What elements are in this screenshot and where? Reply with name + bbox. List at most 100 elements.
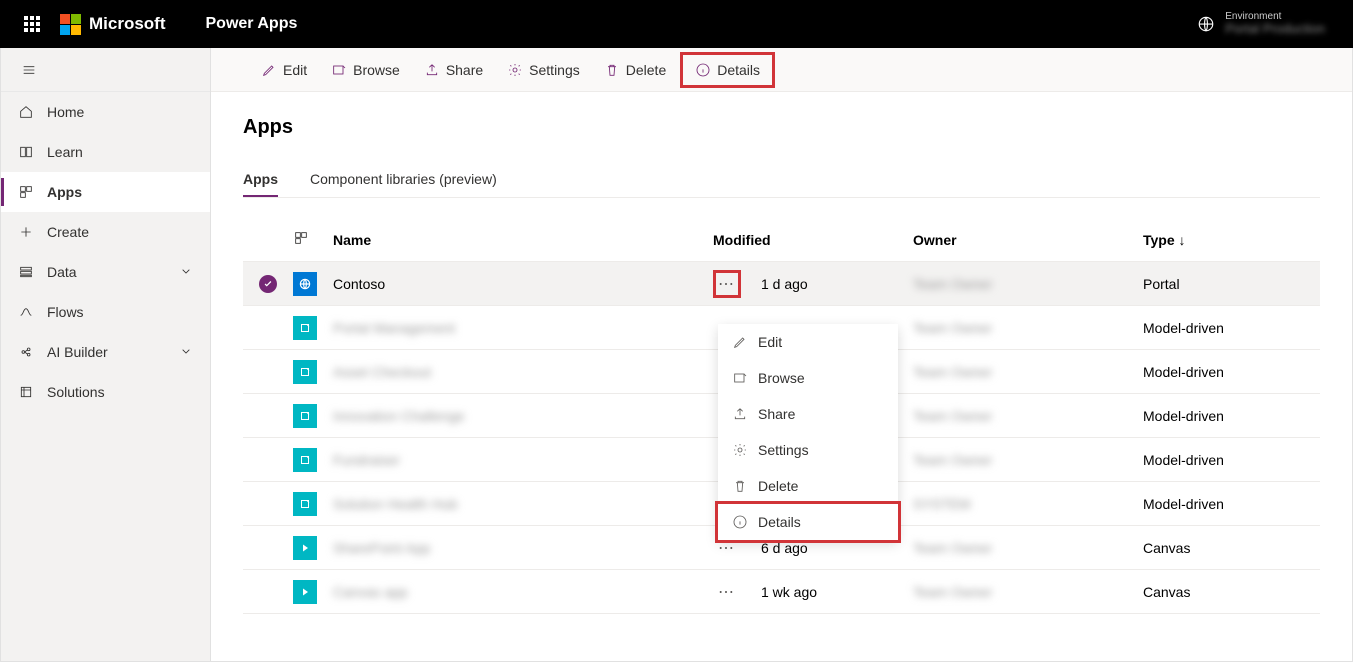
ai-icon: [18, 344, 34, 360]
type-cell: Model-driven: [1143, 364, 1303, 380]
type-cell: Model-driven: [1143, 496, 1303, 512]
ctx-label: Settings: [758, 442, 809, 458]
owner-cell: Team Owner: [913, 452, 1143, 468]
app-type-icon: [293, 580, 317, 604]
microsoft-logo[interactable]: Microsoft: [60, 14, 166, 35]
table-row[interactable]: Canvas app⋯1 wk agoTeam OwnerCanvas: [243, 570, 1320, 614]
col-type-header[interactable]: Type ↓: [1143, 232, 1303, 248]
ctx-details[interactable]: Details: [718, 504, 898, 540]
app-name-cell[interactable]: SharePoint App: [333, 540, 713, 556]
sidebar-item-flows[interactable]: Flows: [1, 292, 210, 332]
app-name-cell[interactable]: Portal Management: [333, 320, 713, 336]
owner-cell: SYSTEM: [913, 496, 1143, 512]
cmd-settings[interactable]: Settings: [497, 56, 590, 84]
sidebar-toggle[interactable]: [1, 48, 210, 92]
ctx-label: Share: [758, 406, 795, 422]
tab-strip: Apps Component libraries (preview): [243, 163, 1320, 198]
ctx-label: Delete: [758, 478, 798, 494]
ctx-label: Edit: [758, 334, 782, 350]
ctx-edit[interactable]: Edit: [718, 324, 898, 360]
command-bar: Edit Browse Share Settings Delete: [211, 48, 1352, 92]
chevron-down-icon: [178, 343, 194, 359]
app-type-icon: [293, 360, 317, 384]
share-icon: [732, 406, 748, 422]
tab-component-libraries[interactable]: Component libraries (preview): [310, 163, 497, 197]
cmd-label: Edit: [283, 62, 307, 78]
browse-icon: [732, 370, 748, 386]
trash-icon: [604, 62, 620, 78]
cmd-label: Browse: [353, 62, 400, 78]
ctx-label: Details: [758, 514, 801, 530]
app-name-cell[interactable]: Innovation Challenge: [333, 408, 713, 424]
ctx-share[interactable]: Share: [718, 396, 898, 432]
home-icon: [18, 104, 34, 120]
gear-icon: [507, 62, 523, 78]
row-context-menu: Edit Browse Share Settings Delete Detail…: [718, 324, 898, 540]
sidebar-item-label: Home: [47, 104, 84, 120]
ctx-settings[interactable]: Settings: [718, 432, 898, 468]
sidebar-item-create[interactable]: Create: [1, 212, 210, 252]
data-icon: [18, 264, 34, 280]
app-name-cell[interactable]: Canvas app: [333, 584, 713, 600]
trash-icon: [732, 478, 748, 494]
info-icon: [732, 514, 748, 530]
col-name-header[interactable]: Name: [333, 232, 713, 248]
type-cell: Canvas: [1143, 584, 1303, 600]
sidebar-item-label: Data: [47, 264, 77, 280]
sidebar-item-ai-builder[interactable]: AI Builder: [1, 332, 210, 372]
app-type-icon: [293, 316, 317, 340]
type-cell: Model-driven: [1143, 452, 1303, 468]
browse-icon: [331, 62, 347, 78]
sidebar-item-apps[interactable]: Apps: [1, 172, 210, 212]
cmd-label: Share: [446, 62, 483, 78]
chevron-down-icon: [178, 263, 194, 279]
pencil-icon: [261, 62, 277, 78]
ctx-delete[interactable]: Delete: [718, 468, 898, 504]
col-modified-header[interactable]: Modified: [713, 232, 913, 248]
product-name[interactable]: Power Apps: [206, 15, 298, 33]
solutions-icon: [18, 384, 34, 400]
type-cell: Model-driven: [1143, 408, 1303, 424]
cmd-edit[interactable]: Edit: [251, 56, 317, 84]
ctx-details-highlight: Details: [715, 501, 901, 543]
table-row[interactable]: Contoso⋯1 d agoTeam OwnerPortal: [243, 262, 1320, 306]
cmd-details[interactable]: Details: [685, 56, 770, 84]
cmd-share[interactable]: Share: [414, 56, 493, 84]
share-icon: [424, 62, 440, 78]
ctx-browse[interactable]: Browse: [718, 360, 898, 396]
environment-name: Portal Production: [1225, 22, 1325, 36]
sidebar-item-data[interactable]: Data: [1, 252, 210, 292]
top-header: Microsoft Power Apps Environment Portal …: [0, 0, 1353, 48]
flow-icon: [18, 304, 34, 320]
cmd-delete[interactable]: Delete: [594, 56, 676, 84]
owner-cell: Team Owner: [913, 276, 1143, 292]
globe-icon: [1197, 15, 1215, 33]
app-type-icon: [293, 536, 317, 560]
tab-apps[interactable]: Apps: [243, 163, 278, 197]
app-launcher-button[interactable]: [8, 0, 56, 48]
owner-cell: Team Owner: [913, 584, 1143, 600]
row-more-button[interactable]: ⋯: [713, 270, 741, 298]
app-name-cell[interactable]: Asset Checkout: [333, 364, 713, 380]
modified-cell: 1 d ago: [761, 276, 808, 292]
row-more-button[interactable]: ⋯: [713, 578, 741, 606]
hamburger-icon: [21, 62, 37, 78]
sidebar-item-solutions[interactable]: Solutions: [1, 372, 210, 412]
app-name-cell[interactable]: Contoso: [333, 276, 713, 292]
app-name-cell[interactable]: Fundraiser: [333, 452, 713, 468]
col-owner-header[interactable]: Owner: [913, 232, 1143, 248]
waffle-icon: [24, 16, 40, 32]
book-icon: [18, 144, 34, 160]
app-type-icon: [293, 492, 317, 516]
environment-picker[interactable]: Environment Portal Production: [1197, 11, 1345, 36]
app-type-icon: [293, 448, 317, 472]
plus-icon: [18, 224, 34, 240]
sidebar: Home Learn Apps Create Data Flows AI Bui…: [1, 48, 211, 661]
microsoft-logo-icon: [60, 14, 81, 35]
sidebar-item-home[interactable]: Home: [1, 92, 210, 132]
app-name-cell[interactable]: Solution Health Hub: [333, 496, 713, 512]
cmd-browse[interactable]: Browse: [321, 56, 410, 84]
sidebar-item-label: Apps: [47, 184, 82, 200]
sidebar-item-learn[interactable]: Learn: [1, 132, 210, 172]
owner-cell: Team Owner: [913, 364, 1143, 380]
